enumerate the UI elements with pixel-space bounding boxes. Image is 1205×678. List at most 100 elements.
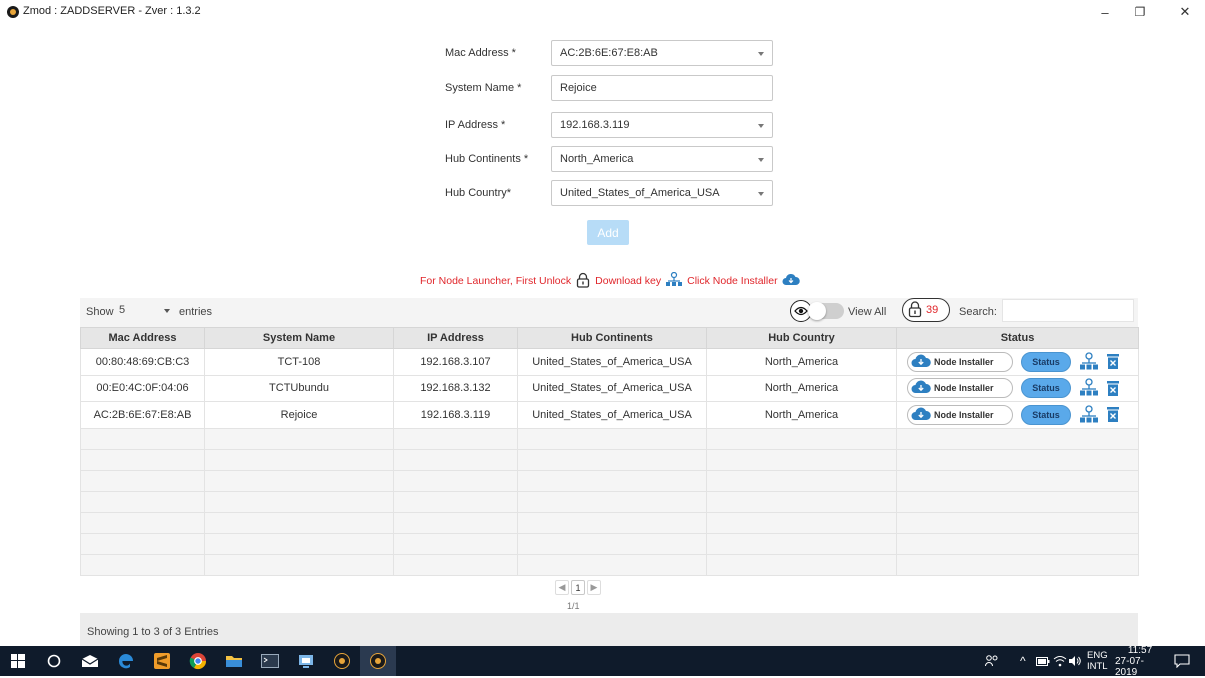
mac-address-select[interactable]: AC:2B:6E:67:E8:AB — [551, 40, 773, 66]
people-icon[interactable] — [985, 646, 999, 676]
ip-address-select[interactable]: 192.168.3.119 — [551, 112, 773, 138]
node-installer-button[interactable]: Node Installer — [907, 404, 1013, 425]
cell-mac-address: AC:2B:6E:67:E8:AB — [80, 401, 205, 429]
network-key-icon[interactable] — [1079, 405, 1099, 425]
page-indicator: 1/1 — [567, 601, 580, 611]
network-key-icon[interactable] — [1079, 378, 1099, 398]
status-button[interactable]: Status — [1021, 351, 1071, 372]
prev-page-button[interactable]: ◀ — [555, 580, 569, 595]
clock-time: 11:57 — [1127, 644, 1153, 656]
close-button[interactable]: ✕ — [1165, 0, 1205, 24]
hub-continents-select[interactable]: North_America — [551, 146, 773, 172]
node-installer-button[interactable]: Node Installer — [907, 351, 1013, 372]
empty-row — [80, 511, 1139, 534]
delete-icon[interactable] — [1107, 354, 1119, 370]
sublime-text-icon[interactable] — [144, 646, 180, 676]
cell-hub-country: North_America — [706, 348, 897, 376]
show-label: Show — [86, 306, 114, 318]
cell-mac-address: 00:E0:4C:0F:04:06 — [80, 374, 205, 402]
cell-system-name: Rejoice — [204, 401, 394, 429]
cloud-download-icon — [782, 273, 800, 289]
clock[interactable]: 11:57 27-07-2019 — [1115, 644, 1165, 678]
chevron-up-icon[interactable]: ^ — [1020, 646, 1026, 676]
cell-mac-address: 00:80:48:69:CB:C3 — [80, 348, 205, 376]
edge-browser-icon[interactable] — [108, 646, 144, 676]
window-title: Zmod : ZADDSERVER - Zver : 1.3.2 — [23, 5, 201, 17]
entries-per-page-select[interactable]: 5 — [114, 301, 174, 321]
clock-date: 27-07-2019 — [1115, 655, 1144, 678]
column-header-mac-address[interactable]: Mac Address — [80, 327, 205, 349]
hub-country-label: Hub Country* — [445, 187, 512, 199]
column-header-hub-country[interactable]: Hub Country — [706, 327, 897, 349]
app-icon — [7, 6, 19, 18]
page-1-button[interactable]: 1 — [571, 580, 585, 595]
hub-table: Mac Address System Name IP Address Hub C… — [80, 327, 1139, 576]
cell-ip-address: 192.168.3.107 — [393, 348, 518, 376]
mail-icon[interactable] — [72, 646, 108, 676]
minimize-button[interactable]: – — [1085, 0, 1125, 24]
network-key-icon — [665, 271, 683, 291]
network-key-icon[interactable] — [1079, 352, 1099, 372]
cell-hub-continents: United_States_of_America_USA — [517, 401, 707, 429]
system-name-input[interactable]: Rejoice — [551, 75, 773, 101]
empty-row — [80, 448, 1139, 471]
entries-info: Showing 1 to 3 of 3 Entries — [87, 626, 219, 638]
search-input[interactable] — [1002, 299, 1134, 322]
network-app-icon[interactable] — [288, 646, 324, 676]
node-launcher-hint: For Node Launcher, First Unlock Download… — [420, 271, 804, 291]
hint-text-unlock: For Node Launcher, First Unlock — [420, 275, 572, 287]
cell-status: Node Installer Status — [896, 374, 1139, 402]
cloud-download-icon — [911, 407, 931, 423]
node-installer-label: Node Installer — [934, 383, 994, 394]
ip-address-label: IP Address * — [445, 119, 506, 131]
file-explorer-icon[interactable] — [216, 646, 252, 676]
node-installer-label: Node Installer — [934, 409, 994, 420]
taskbar: ^ ENG INTL 11:57 27-07-2019 — [0, 644, 1205, 678]
column-header-status[interactable]: Status — [896, 327, 1139, 349]
system-name-label: System Name * — [445, 82, 522, 94]
empty-row — [80, 427, 1139, 450]
zmod-app-active-icon[interactable] — [360, 646, 396, 676]
cortana-search-icon[interactable] — [36, 646, 72, 676]
pagination: ◀ 1 ▶ — [555, 580, 601, 595]
entries-label: entries — [179, 306, 213, 318]
entries-per-page-value: 5 — [119, 304, 126, 316]
lock-icon — [907, 300, 923, 321]
terminal-icon[interactable] — [252, 646, 288, 676]
column-header-system-name[interactable]: System Name — [204, 327, 394, 349]
status-button[interactable]: Status — [1021, 404, 1071, 425]
cloud-download-icon — [911, 380, 931, 396]
language-indicator[interactable]: ENG INTL — [1087, 646, 1108, 676]
table-header-row: Mac Address System Name IP Address Hub C… — [80, 327, 1139, 349]
cell-hub-country: North_America — [706, 374, 897, 402]
toggle-knob — [808, 302, 826, 320]
node-installer-button[interactable]: Node Installer — [907, 378, 1013, 399]
table-row: AC:2B:6E:67:E8:AB Rejoice 192.168.3.119 … — [80, 401, 1139, 429]
windows-start-icon[interactable] — [0, 646, 36, 676]
view-all-toggle[interactable] — [808, 302, 844, 320]
table-footer: Showing 1 to 3 of 3 Entries — [80, 613, 1138, 646]
delete-icon[interactable] — [1107, 380, 1119, 396]
unlock-count: 39 — [926, 304, 939, 316]
cell-ip-address: 192.168.3.132 — [393, 374, 518, 402]
delete-icon[interactable] — [1107, 407, 1119, 423]
column-header-ip-address[interactable]: IP Address — [393, 327, 518, 349]
volume-icon[interactable] — [1068, 646, 1082, 676]
search-label: Search: — [959, 306, 997, 318]
zmod-app-icon[interactable] — [324, 646, 360, 676]
view-all-label: View All — [848, 306, 887, 318]
maximize-button[interactable]: ❐ — [1120, 0, 1160, 24]
language-top: ENG — [1087, 650, 1108, 661]
chrome-icon[interactable] — [180, 646, 216, 676]
wifi-icon[interactable] — [1053, 646, 1067, 676]
add-button[interactable]: Add — [587, 220, 629, 245]
language-bottom: INTL — [1087, 661, 1108, 672]
column-header-hub-continents[interactable]: Hub Continents — [517, 327, 707, 349]
unlock-count-badge[interactable]: 39 — [902, 298, 950, 322]
cell-system-name: TCT-108 — [204, 348, 394, 376]
status-button[interactable]: Status — [1021, 378, 1071, 399]
next-page-button[interactable]: ▶ — [587, 580, 601, 595]
battery-icon[interactable] — [1036, 646, 1050, 676]
notifications-icon[interactable] — [1174, 646, 1190, 676]
hub-country-select[interactable]: United_States_of_America_USA — [551, 180, 773, 206]
